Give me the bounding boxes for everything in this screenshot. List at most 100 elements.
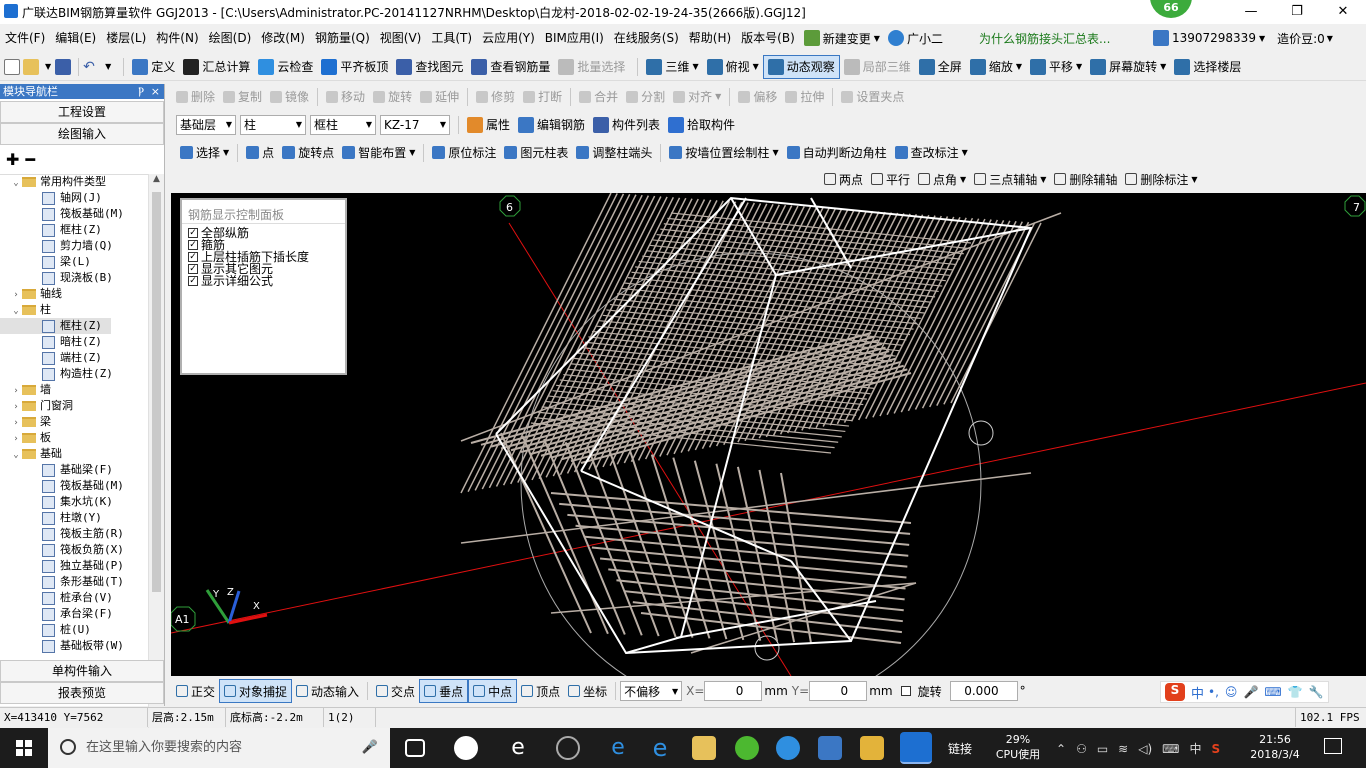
save-icon[interactable] [55, 58, 72, 75]
aux-button-4[interactable]: 删除辅轴 [1050, 167, 1121, 191]
toolbar-button-3[interactable]: 平齐板顶 [317, 55, 392, 79]
edit-button-8[interactable]: 合并 [575, 85, 622, 109]
tree-node[interactable]: 基础板带(W) [0, 638, 149, 654]
floor-select[interactable]: 基础层 ▼ [176, 114, 236, 135]
tree-node[interactable]: ⌄ 柱 [0, 302, 149, 318]
tree-node[interactable]: 承台梁(F) [0, 606, 149, 622]
edit-button-9[interactable]: 分割 [622, 85, 669, 109]
draw-button-1[interactable]: 点 [242, 141, 278, 165]
expand-arrow-icon[interactable]: › [10, 431, 22, 447]
toolbar-button-5[interactable]: 查看钢筋量 [467, 55, 554, 79]
view-button-7[interactable]: 屏幕旋转 ▼ [1086, 55, 1170, 79]
app-swirl-icon[interactable] [556, 736, 580, 760]
aux-button-5[interactable]: 删除标注 ▼ [1121, 167, 1201, 191]
snap-button-5[interactable]: 中点 [468, 679, 518, 703]
checkbox[interactable]: ✓ [188, 276, 198, 286]
edit-button-0[interactable]: 删除 [172, 85, 219, 109]
price-beans[interactable]: 造价豆:0 [1277, 30, 1325, 47]
view-button-0[interactable]: 三维 ▼ [642, 55, 702, 79]
tree-node[interactable]: 集水坑(K) [0, 494, 149, 510]
punctuation-icon[interactable]: •, [1208, 685, 1219, 699]
draw-button-9[interactable]: 查改标注 ▼ [891, 141, 972, 165]
score-badge[interactable]: 66 [1150, 0, 1192, 18]
volume-icon[interactable]: ◁) [1138, 742, 1152, 756]
draw-button-3[interactable]: 智能布置 ▼ [338, 141, 419, 165]
tree-node[interactable]: › 门窗洞 [0, 398, 149, 414]
snap-button-0[interactable]: 正交 [172, 679, 219, 703]
tree-node[interactable]: 框柱(Z) [0, 222, 149, 238]
edit-button-2[interactable]: 镜像 [266, 85, 313, 109]
snap-button-4[interactable]: 垂点 [419, 679, 469, 703]
menu-item-5[interactable]: 修改(M) [256, 24, 310, 52]
collapse-all-icon[interactable]: ━ [25, 150, 35, 169]
sogou-tray-icon[interactable]: S [1212, 742, 1221, 756]
tree-node[interactable]: 桩(U) [0, 622, 149, 638]
tree-node[interactable]: 筏板主筋(R) [0, 526, 149, 542]
report-preview-button[interactable]: 报表预览 [0, 682, 164, 704]
tree-node[interactable]: 筏板基础(M) [0, 206, 149, 222]
minimize-button[interactable]: — [1228, 0, 1274, 24]
checkbox[interactable]: ✓ [188, 252, 198, 262]
draw-button-2[interactable]: 旋转点 [278, 141, 338, 165]
tree-node[interactable]: 条形基础(T) [0, 574, 149, 590]
menu-item-1[interactable]: 编辑(E) [50, 24, 101, 52]
tree-node[interactable]: 桩承台(V) [0, 590, 149, 606]
orbit-handle-right[interactable] [968, 420, 994, 446]
app-bag-icon[interactable] [818, 736, 842, 760]
edit-button-11[interactable]: 偏移 [734, 85, 781, 109]
close-button[interactable]: ✕ [1320, 0, 1366, 24]
new-change-menu[interactable]: 新建变更 ▼ [803, 30, 880, 47]
undo-icon[interactable]: ↶ [83, 59, 99, 75]
toolbar-button-0[interactable]: 定义 [128, 55, 179, 79]
notification-icon[interactable] [1324, 738, 1342, 754]
ie-icon[interactable]: e [506, 736, 530, 760]
edit-button-5[interactable]: 延伸 [416, 85, 463, 109]
tree-node[interactable]: ⌄ 常用构件类型 [0, 174, 149, 190]
view-button-6[interactable]: 平移 ▼ [1026, 55, 1086, 79]
tray-people-icon[interactable]: ⚇ [1076, 742, 1087, 756]
menu-item-6[interactable]: 钢筋量(Q) [310, 24, 375, 52]
skin-icon[interactable]: 👕 [1288, 685, 1303, 699]
prop-button-2[interactable]: 构件列表 [589, 113, 664, 137]
toolbar-button-2[interactable]: 云检查 [254, 55, 317, 79]
tree-node[interactable]: 柱墩(Y) [0, 510, 149, 526]
category-select[interactable]: 柱 ▼ [240, 114, 306, 135]
3d-viewport[interactable]: 6 7 A1 Y Z X 钢筋显示控制面板 ✓ 全部纵筋 ✓ 箍筋 ✓ 上层柱插筋下插长度… [171, 193, 1366, 676]
snap-button-7[interactable]: 坐标 [564, 679, 611, 703]
menu-item-3[interactable]: 构件(N) [151, 24, 203, 52]
tree-node[interactable]: › 梁 [0, 414, 149, 430]
keyboard-icon[interactable]: ⌨ [1264, 685, 1281, 699]
app-ggj-active-icon[interactable] [900, 732, 932, 764]
edit-button-3[interactable]: 移动 [322, 85, 369, 109]
user-account[interactable]: 13907298339 ▼ [1152, 30, 1265, 46]
news-marquee[interactable]: 为什么钢筋接头汇总表... [979, 30, 1129, 47]
taskbar-search[interactable]: 在这里输入你要搜索的内容 🎤 [48, 728, 390, 768]
expand-arrow-icon[interactable]: › [10, 383, 22, 399]
snap-button-1[interactable]: 对象捕捉 [219, 679, 293, 703]
rotate-checkbox[interactable] [900, 686, 911, 696]
aux-button-2[interactable]: 点角 ▼ [914, 167, 970, 191]
expand-arrow-icon[interactable]: › [10, 415, 22, 431]
component-name-select[interactable]: KZ-17 ▼ [380, 114, 450, 135]
view-button-3[interactable]: 局部三维 [840, 55, 915, 79]
menu-item-7[interactable]: 视图(V) [375, 24, 427, 52]
draw-button-7[interactable]: 按墙位置绘制柱 ▼ [665, 141, 782, 165]
view-button-5[interactable]: 缩放 ▼ [966, 55, 1026, 79]
snap-button-6[interactable]: 顶点 [517, 679, 564, 703]
aux-button-0[interactable]: 两点 [820, 167, 867, 191]
menu-item-2[interactable]: 楼层(L) [101, 24, 151, 52]
ie-blue-icon[interactable]: e [648, 736, 672, 760]
menu-item-8[interactable]: 工具(T) [426, 24, 477, 52]
tree-node[interactable]: 暗柱(Z) [0, 334, 149, 350]
windows-start-icon[interactable] [16, 740, 32, 756]
toolbar-button-6[interactable]: 批量选择 [554, 55, 629, 79]
single-component-input-button[interactable]: 单构件输入 [0, 660, 164, 682]
tree-node[interactable]: ⌄ 基础 [0, 446, 149, 462]
rebar-3d-scene[interactable]: 6 7 A1 Y Z X [171, 193, 1366, 676]
tree-node[interactable]: 端柱(Z) [0, 350, 149, 366]
orbit-handle-bottom[interactable] [754, 635, 780, 661]
prop-button-0[interactable]: 属性 [463, 113, 514, 137]
new-file-icon[interactable] [4, 58, 20, 75]
app-g-icon[interactable] [776, 736, 800, 760]
menu-item-11[interactable]: 在线服务(S) [609, 24, 684, 52]
